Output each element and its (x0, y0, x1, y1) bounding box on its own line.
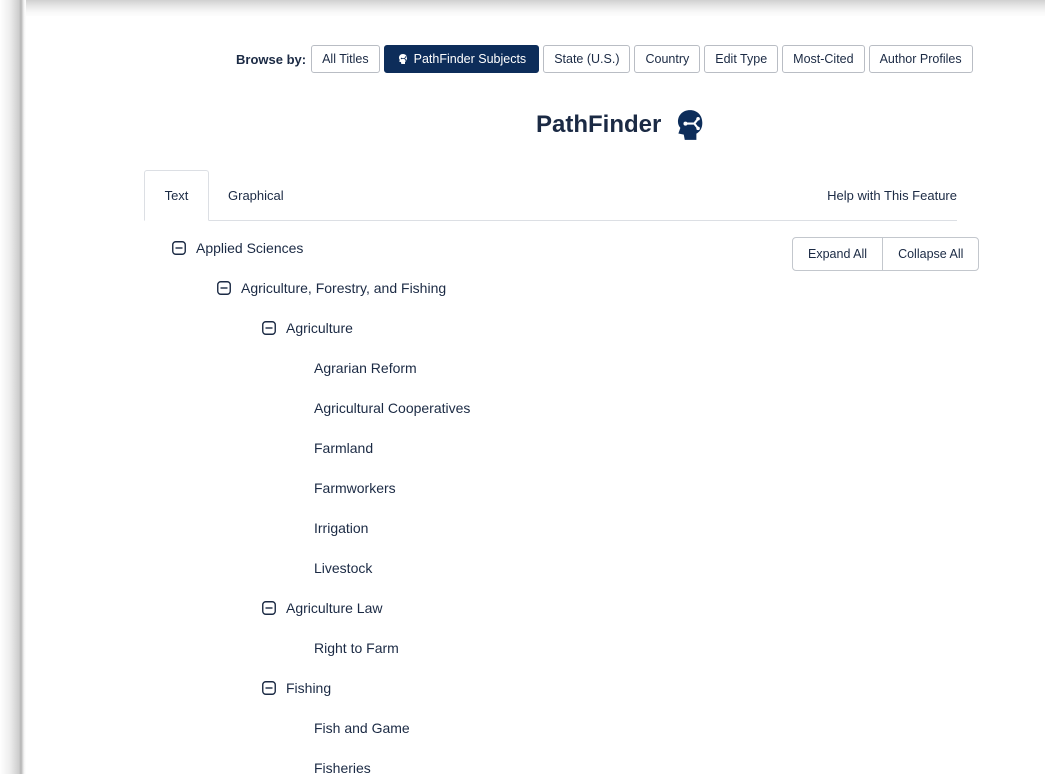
expand-all-button[interactable]: Expand All (792, 237, 884, 271)
main-content: Browse by: All Titles PathFinder Subject… (26, 16, 1045, 774)
browse-by-label: Browse by: (236, 51, 307, 67)
browse-edit-type-button[interactable]: Edit Type (704, 45, 779, 73)
tree-item-fish-and-game[interactable]: Fish and Game (314, 708, 410, 748)
browse-author-profiles-label: Author Profiles (879, 52, 962, 66)
browse-state-button[interactable]: State (U.S.) (543, 45, 631, 73)
tree-item-label[interactable]: Farmworkers (314, 480, 396, 496)
browse-most-cited-label: Most-Cited (793, 52, 854, 66)
tab-text[interactable]: Text (144, 170, 209, 221)
tree-item-fishing: Fishing (262, 668, 331, 708)
tab-graphical-label: Graphical (228, 187, 284, 203)
tree-item-label[interactable]: Agriculture, Forestry, and Fishing (241, 280, 446, 296)
tree-item-farmland[interactable]: Farmland (314, 428, 373, 468)
head-network-icon (398, 54, 407, 64)
tree-item-label[interactable]: Irrigation (314, 520, 368, 536)
tree-item-label[interactable]: Agricultural Cooperatives (314, 400, 470, 416)
tree-item-label[interactable]: Agriculture Law (286, 600, 383, 616)
tree-item-label[interactable]: Applied Sciences (196, 240, 303, 256)
window-shadow-left (0, 0, 26, 774)
tree-item-label[interactable]: Fisheries (314, 760, 371, 774)
browse-country-button[interactable]: Country (634, 45, 701, 73)
tree-item-agriculture-law: Agriculture Law (262, 588, 383, 628)
tree-item-agricultural-cooperatives[interactable]: Agricultural Cooperatives (314, 388, 470, 428)
browse-author-profiles-button[interactable]: Author Profiles (868, 45, 973, 73)
tree-item-label[interactable]: Agriculture (286, 320, 353, 336)
tree-item-label[interactable]: Farmland (314, 440, 373, 456)
browse-pathfinder-subjects-button[interactable]: PathFinder Subjects (383, 45, 540, 73)
browse-country-label: Country (645, 52, 690, 66)
collapse-icon[interactable] (217, 281, 231, 295)
browse-pathfinder-subjects-label: PathFinder Subjects (413, 52, 527, 66)
help-link[interactable]: Help with This Feature (827, 188, 957, 203)
collapse-all-label: Collapse All (898, 247, 964, 261)
tree-item-applied-sciences: Applied Sciences (172, 228, 303, 268)
tree-item-agriculture-forestry-fishing: Agriculture, Forestry, and Fishing (217, 268, 446, 308)
screenshot-frame: Browse by: All Titles PathFinder Subject… (0, 0, 1045, 774)
tab-text-label: Text (164, 188, 189, 203)
tree-item-label[interactable]: Fish and Game (314, 720, 410, 736)
tree-controls: Expand All Collapse All (792, 237, 980, 271)
tree-item-livestock[interactable]: Livestock (314, 548, 372, 588)
tab-graphical[interactable]: Graphical (220, 170, 300, 220)
collapse-icon[interactable] (262, 321, 276, 335)
collapse-icon[interactable] (262, 681, 276, 695)
tree-item-fisheries[interactable]: Fisheries (314, 748, 371, 774)
browse-state-label: State (U.S.) (554, 52, 620, 66)
tree-item-label[interactable]: Right to Farm (314, 640, 399, 656)
tree-item-label[interactable]: Agrarian Reform (314, 360, 417, 376)
collapse-all-button[interactable]: Collapse All (882, 237, 980, 271)
tree-item-agriculture: Agriculture (262, 308, 353, 348)
expand-all-label: Expand All (808, 247, 868, 261)
collapse-icon[interactable] (172, 241, 186, 255)
tree-item-label[interactable]: Livestock (314, 560, 372, 576)
tree-item-farmworkers[interactable]: Farmworkers (314, 468, 396, 508)
browse-bar: Browse by: All Titles PathFinder Subject… (236, 44, 977, 74)
collapse-icon[interactable] (262, 601, 276, 615)
tree-item-irrigation[interactable]: Irrigation (314, 508, 368, 548)
browse-all-titles-button[interactable]: All Titles (311, 45, 380, 73)
tree-item-label[interactable]: Fishing (286, 680, 331, 696)
view-tabs: Text Graphical Help with This Feature (144, 170, 957, 221)
head-network-icon (678, 110, 703, 140)
tree-item-right-to-farm[interactable]: Right to Farm (314, 628, 399, 668)
browse-edit-type-label: Edit Type (715, 52, 768, 66)
tree-item-agrarian-reform[interactable]: Agrarian Reform (314, 348, 417, 388)
browse-most-cited-button[interactable]: Most-Cited (782, 45, 865, 73)
browse-all-titles-label: All Titles (322, 52, 369, 66)
page-header: PathFinder (536, 108, 707, 142)
page-title: PathFinder (536, 111, 662, 138)
